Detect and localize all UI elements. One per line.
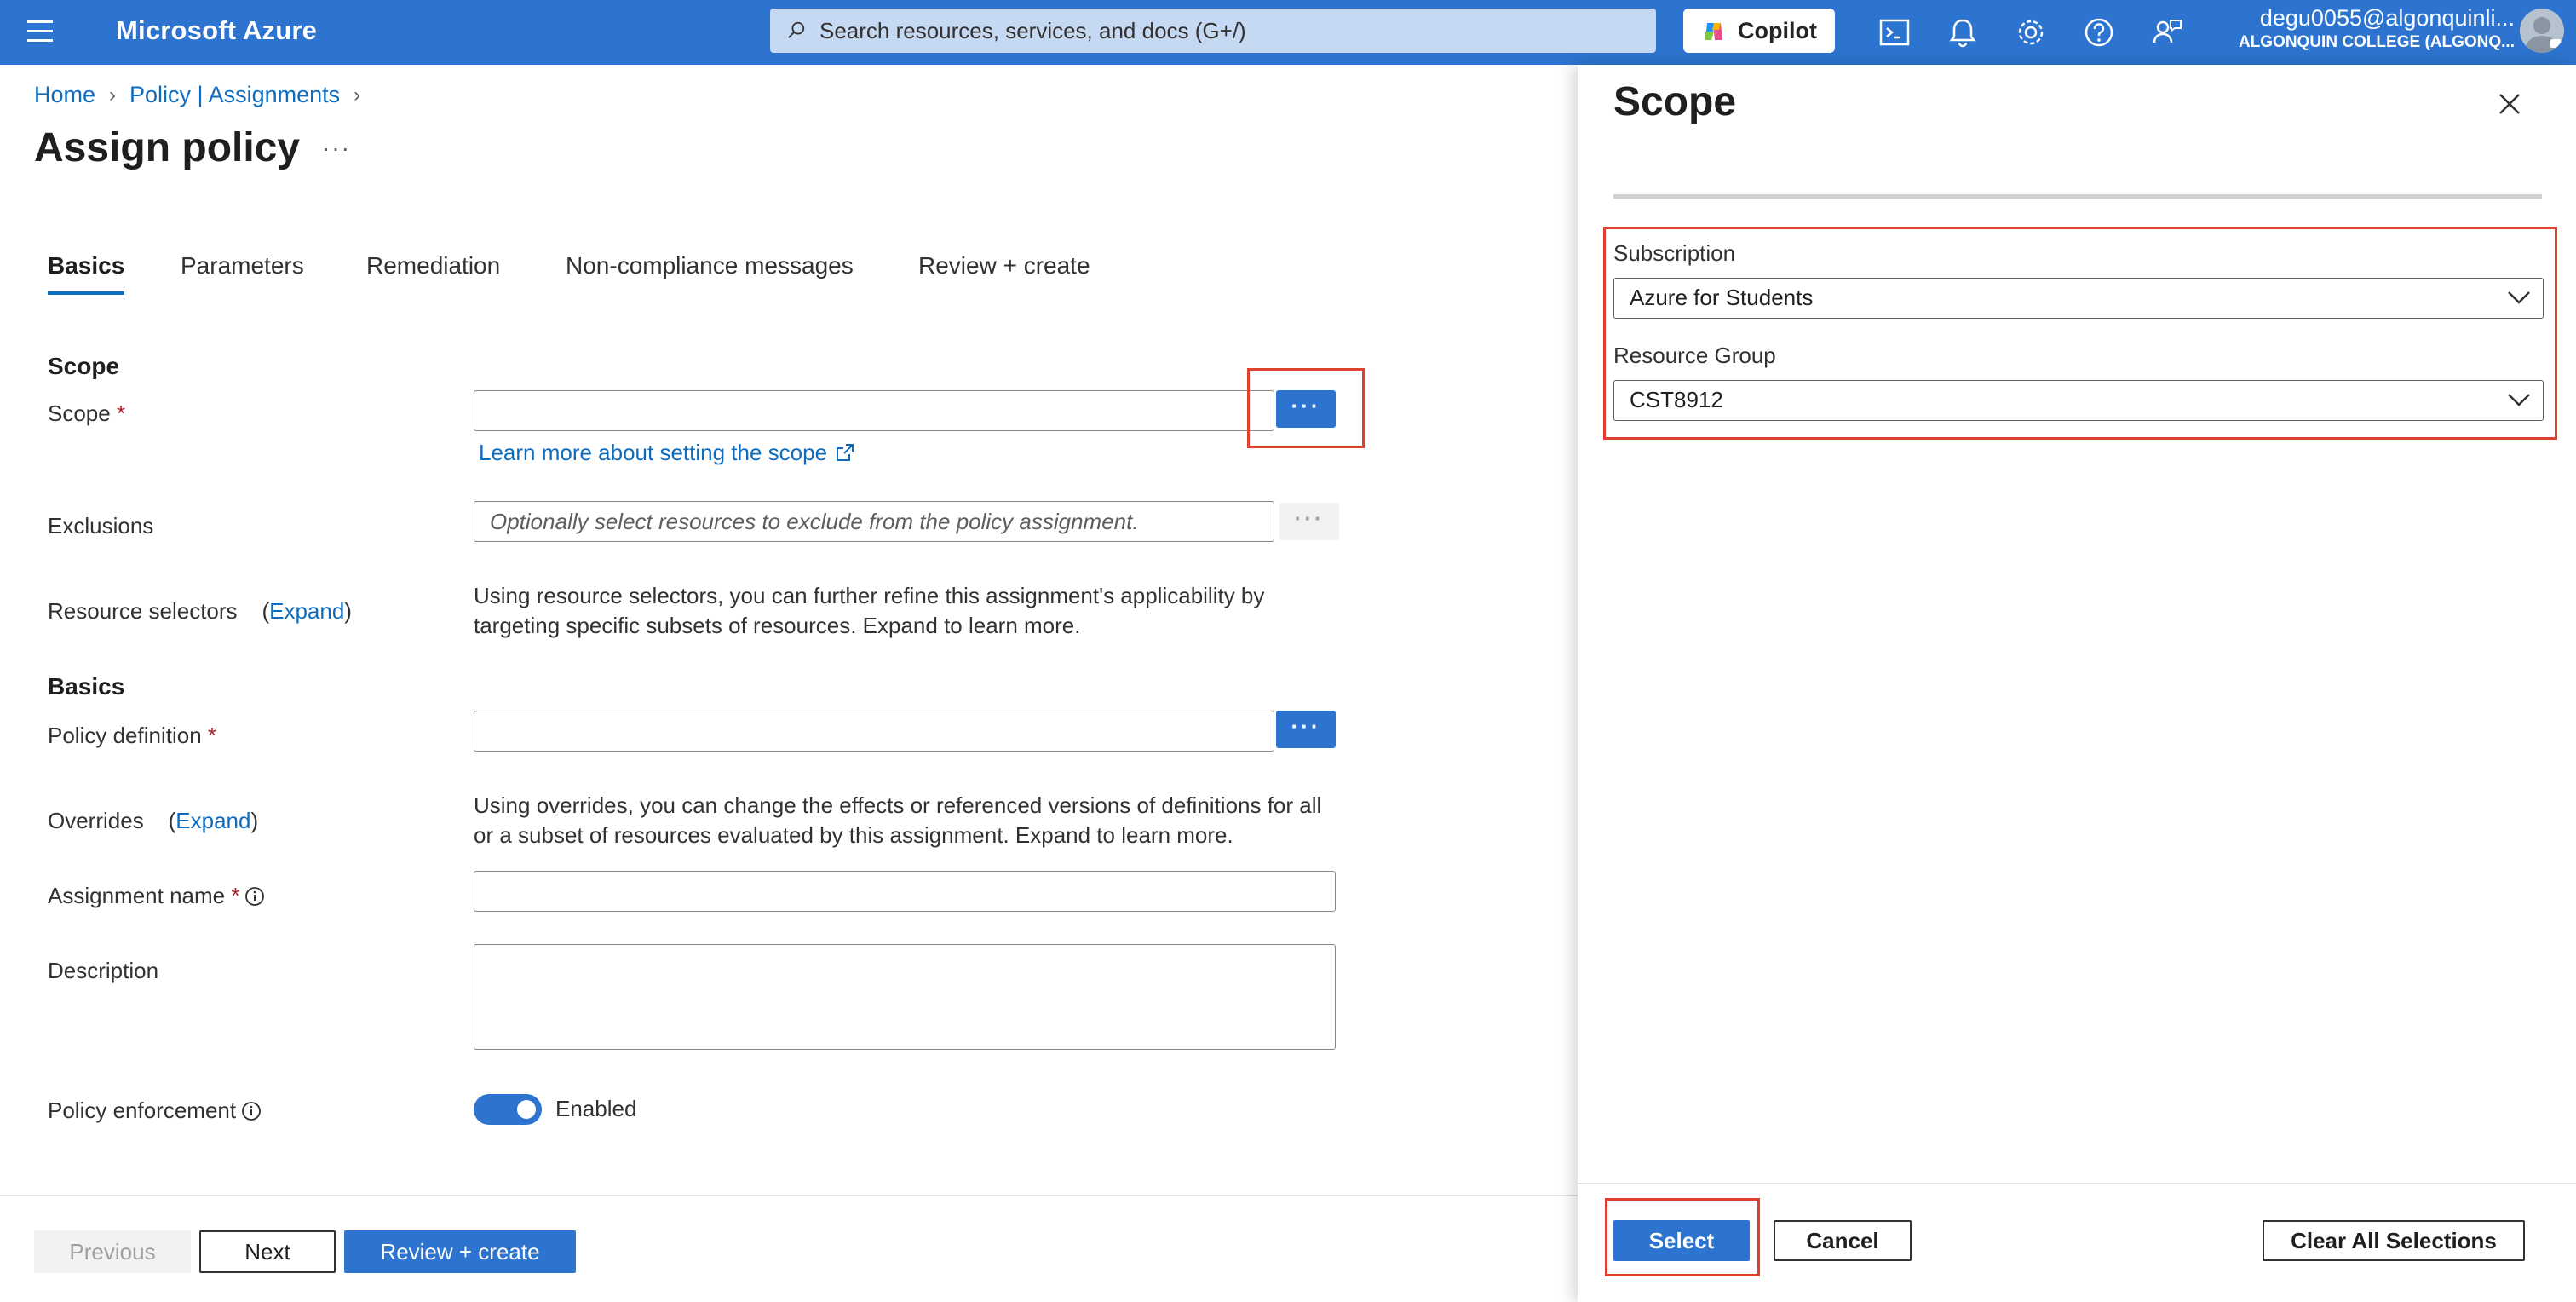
avatar[interactable]	[2520, 9, 2564, 53]
policy-definition-input[interactable]	[474, 711, 1274, 752]
settings-gear-icon[interactable]	[2014, 15, 2048, 49]
tab-remediation[interactable]: Remediation	[366, 252, 500, 279]
account-email: degu0055@algonquinli...	[2259, 5, 2515, 31]
resource-selectors-expand-link[interactable]: Expand	[269, 598, 344, 624]
tab-basics[interactable]: Basics	[48, 252, 125, 295]
policy-enforcement-value: Enabled	[555, 1096, 637, 1121]
footer-divider	[0, 1195, 1578, 1196]
overrides-label: Overrides (Expand)	[48, 808, 259, 833]
policy-definition-browse-button[interactable]: ···	[1276, 711, 1336, 748]
resource-selectors-text: Resource selectors	[48, 598, 238, 624]
scope-panel: Scope Subscription Azure for Students Re…	[1578, 65, 2576, 1302]
dropdowns-highlight	[1603, 227, 2557, 440]
tab-non-compliance-messages[interactable]: Non-compliance messages	[566, 252, 854, 279]
policy-definition-label: Policy definition *	[48, 723, 216, 749]
panel-footer-divider	[1578, 1183, 2576, 1184]
policy-definition-text: Policy definition	[48, 723, 202, 748]
required-mark: *	[231, 883, 240, 908]
cancel-button[interactable]: Cancel	[1774, 1220, 1912, 1261]
account-info[interactable]: degu0055@algonquinli... ALGONQUIN COLLEG…	[2234, 5, 2515, 52]
next-button[interactable]: Next	[199, 1230, 336, 1273]
more-options-icon[interactable]: ···	[322, 135, 351, 162]
menu-icon[interactable]	[27, 20, 56, 44]
search-icon	[788, 21, 805, 38]
tab-parameters[interactable]: Parameters	[181, 252, 304, 279]
scope-input[interactable]	[474, 390, 1274, 431]
feedback-icon[interactable]	[2150, 15, 2184, 49]
policy-enforcement-toggle[interactable]	[474, 1094, 542, 1125]
external-link-icon	[837, 444, 854, 461]
policy-enforcement-text: Policy enforcement	[48, 1097, 237, 1123]
review-create-button[interactable]: Review + create	[344, 1230, 576, 1273]
toggle-knob	[517, 1100, 536, 1119]
learn-more-text: Learn more about setting the scope	[479, 440, 828, 465]
scope-label: Scope *	[48, 400, 125, 427]
basics-section-heading: Basics	[48, 673, 125, 700]
account-org: ALGONQUIN COLLEGE (ALGONQ...	[2238, 33, 2515, 51]
learn-more-scope-link[interactable]: Learn more about setting the scope	[479, 440, 854, 466]
description-label: Description	[48, 958, 159, 983]
copilot-button[interactable]: Copilot	[1683, 9, 1835, 53]
global-search[interactable]	[770, 9, 1656, 53]
select-button-highlight	[1605, 1198, 1760, 1276]
resource-selectors-description: Using resource selectors, you can furthe…	[474, 583, 1265, 638]
copilot-label: Copilot	[1738, 18, 1817, 43]
required-mark: *	[116, 400, 126, 426]
previous-button[interactable]: Previous	[34, 1230, 191, 1273]
resource-selectors-label: Resource selectors (Expand)	[48, 598, 352, 624]
search-input[interactable]	[819, 9, 1637, 53]
scope-label-text: Scope	[48, 400, 111, 426]
assignment-name-text: Assignment name	[48, 883, 226, 908]
exclusions-input[interactable]	[474, 501, 1274, 542]
copilot-icon	[1705, 23, 1722, 40]
page-title: Assign policy	[34, 125, 301, 170]
breadcrumb-chevron-icon: ›	[354, 83, 361, 107]
scope-button-highlight	[1247, 368, 1365, 448]
scope-section-heading: Scope	[48, 353, 120, 379]
cloud-shell-icon[interactable]	[1877, 15, 1912, 49]
user-avatar-icon	[2525, 17, 2561, 53]
close-icon[interactable]	[2496, 90, 2523, 118]
breadcrumb-policy-assignments[interactable]: Policy | Assignments	[129, 82, 340, 108]
exclusions-label: Exclusions	[48, 513, 154, 539]
overrides-text: Overrides	[48, 808, 144, 833]
brand-title[interactable]: Microsoft Azure	[116, 15, 317, 46]
breadcrumb: Home › Policy | Assignments ›	[34, 82, 374, 108]
panel-divider	[1613, 194, 2542, 199]
policy-enforcement-label: Policy enforcement	[48, 1097, 262, 1124]
info-icon[interactable]	[241, 1101, 262, 1121]
overrides-description: Using overrides, you can change the effe…	[474, 792, 1322, 848]
assignment-name-input[interactable]	[474, 871, 1336, 912]
exclusions-browse-button[interactable]: ···	[1279, 503, 1339, 540]
tab-review-create[interactable]: Review + create	[918, 252, 1090, 279]
info-icon[interactable]	[244, 886, 265, 907]
help-icon[interactable]	[2082, 15, 2116, 49]
top-bar: Microsoft Azure Copilot degu0055@algonqu…	[0, 0, 2576, 65]
notifications-icon[interactable]	[1946, 15, 1980, 49]
breadcrumb-chevron-icon: ›	[109, 83, 117, 107]
panel-title: Scope	[1613, 79, 1737, 124]
overrides-expand-link[interactable]: Expand	[175, 808, 250, 833]
required-mark: *	[207, 723, 217, 748]
breadcrumb-home[interactable]: Home	[34, 82, 95, 108]
description-textarea[interactable]	[474, 944, 1336, 1050]
assignment-name-label: Assignment name *	[48, 883, 265, 909]
clear-all-selections-button[interactable]: Clear All Selections	[2263, 1220, 2525, 1261]
